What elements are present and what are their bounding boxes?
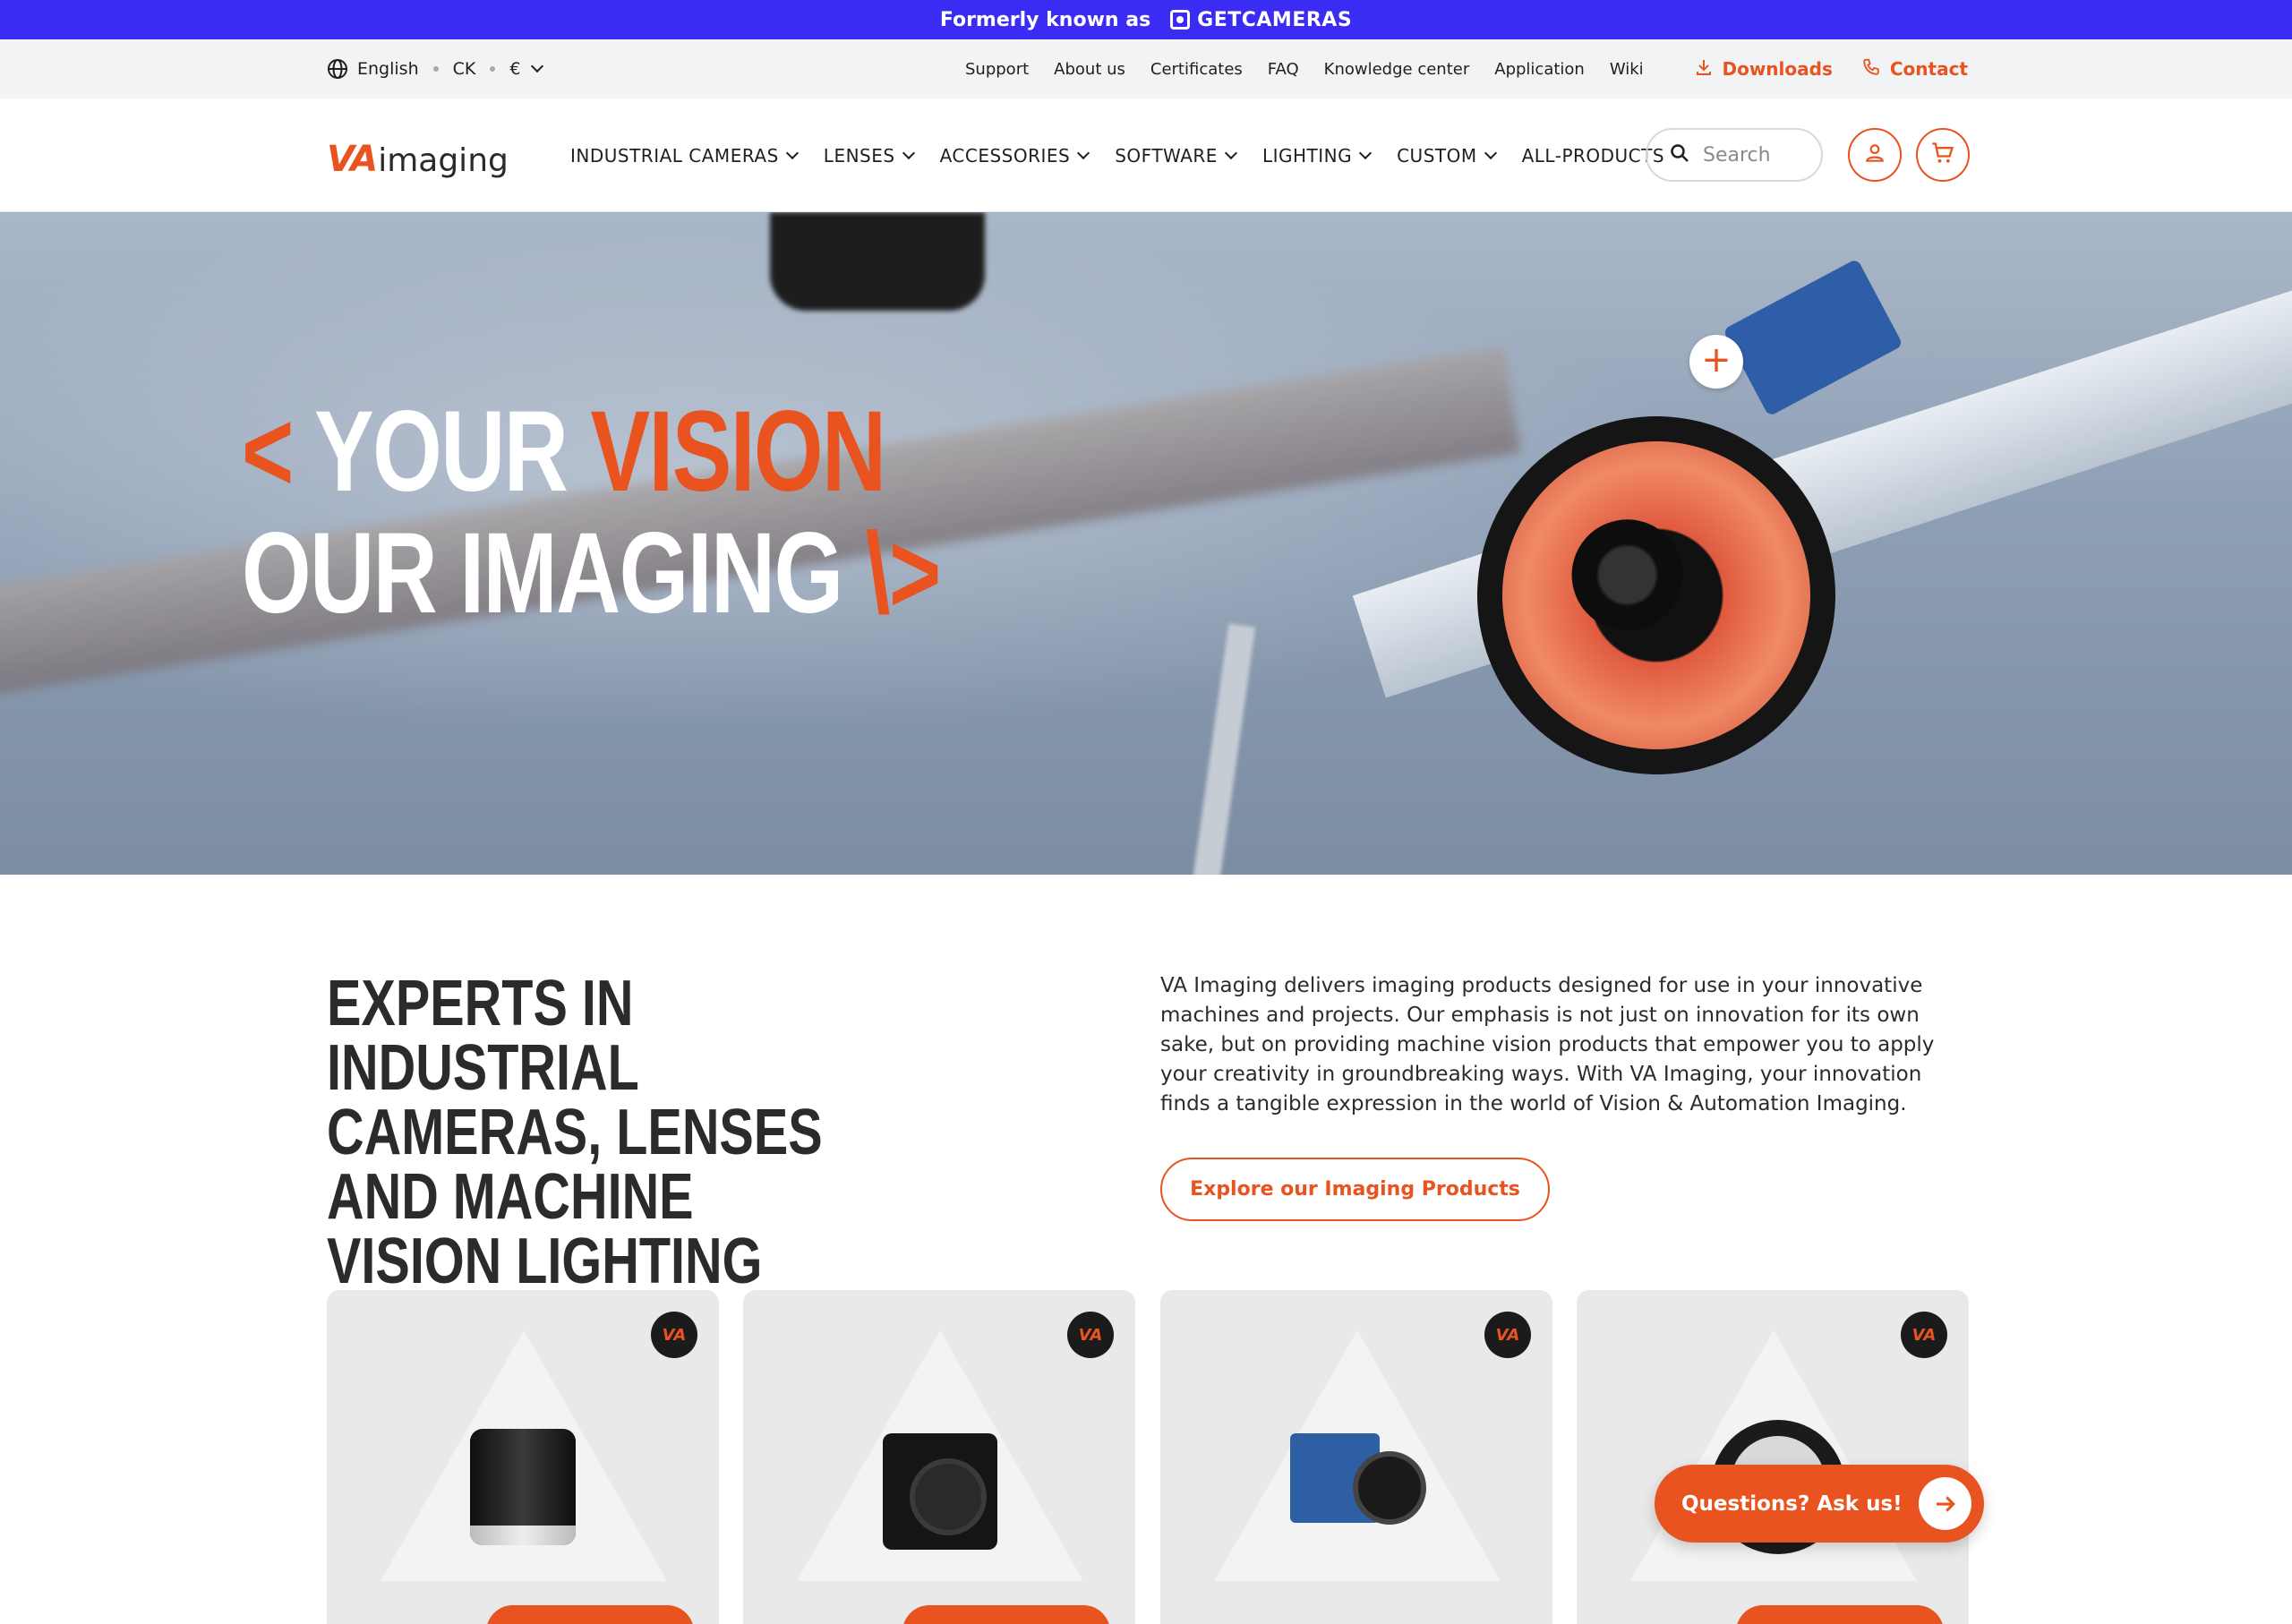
utility-links: Support About us Certificates FAQ Knowle…: [965, 39, 1644, 98]
nav-menu: INDUSTRIAL CAMERAS LENSES ACCESSORIES SO…: [570, 98, 1664, 212]
product-card[interactable]: VA: [1160, 1290, 1552, 1624]
hero-line-2: OUR IMAGING \>: [242, 513, 941, 635]
nav-custom[interactable]: CUSTOM: [1397, 144, 1497, 167]
separator-dot: [432, 66, 439, 72]
globe-icon: [327, 58, 348, 80]
language-label: English: [357, 59, 419, 79]
logo-va: VA: [327, 139, 378, 180]
nav-software[interactable]: SOFTWARE: [1115, 144, 1238, 167]
product-card[interactable]: VA: [327, 1290, 719, 1624]
va-badge-icon: VA: [651, 1312, 697, 1358]
intro-text: VA Imaging delivers imaging products des…: [1160, 974, 1935, 1115]
va-badge-icon: VA: [1484, 1312, 1531, 1358]
link-about-us[interactable]: About us: [1054, 60, 1125, 79]
contact-link[interactable]: Contact: [1861, 57, 1968, 81]
chevron-down-icon: [1224, 146, 1238, 159]
separator-dot: [490, 66, 496, 72]
chevron-down-icon: [902, 146, 915, 159]
hero-vision: VISION: [590, 388, 887, 516]
product-cards: VA VA VA VA: [327, 1290, 1969, 1624]
explore-products-button[interactable]: Explore our Imaging Products: [1160, 1158, 1550, 1221]
link-wiki[interactable]: Wiki: [1610, 60, 1644, 79]
camera-icon: [883, 1433, 997, 1550]
downloads-link[interactable]: Downloads: [1695, 58, 1833, 81]
hero-line-1: < YOUR VISION: [242, 391, 940, 513]
user-icon: [1863, 141, 1886, 168]
link-certificates[interactable]: Certificates: [1150, 60, 1243, 79]
arrow-right-icon: [1919, 1477, 1971, 1530]
currency-label: €: [509, 59, 521, 79]
hero-support: [1188, 623, 1256, 875]
chevron-down-icon: [1484, 146, 1497, 159]
account-button[interactable]: [1848, 128, 1902, 182]
announcement-bar: Formerly known as GETCAMERAS: [0, 0, 2292, 39]
search-icon: [1669, 142, 1690, 167]
nav-label: SOFTWARE: [1115, 144, 1218, 167]
va-imaging-logo[interactable]: VA imaging: [327, 136, 509, 177]
nav-all-products[interactable]: ALL-PRODUCTS: [1522, 145, 1664, 167]
hero-your: YOUR: [314, 388, 591, 516]
logo-imaging: imaging: [378, 142, 509, 179]
card-button[interactable]: [486, 1605, 694, 1624]
locale-selector[interactable]: English CK €: [327, 39, 544, 98]
nav-label: LIGHTING: [1261, 144, 1353, 167]
hotspot-plus-button[interactable]: +: [1689, 335, 1743, 389]
nav-label: INDUSTRIAL CAMERAS: [570, 144, 779, 167]
hero-lamp: [770, 212, 985, 311]
downloads-label: Downloads: [1722, 58, 1833, 80]
lens-icon: [470, 1429, 576, 1545]
chevron-down-icon: [531, 59, 544, 73]
intro-heading: EXPERTS IN INDUSTRIAL CAMERAS, LENSES AN…: [327, 968, 823, 1297]
utility-bar: English CK € Support About us Certificat…: [0, 39, 2292, 98]
utility-cta: Downloads Contact: [1695, 39, 1968, 98]
va-badge-icon: VA: [1067, 1312, 1114, 1358]
announcement-prefix: Formerly known as: [939, 8, 1151, 31]
product-card[interactable]: VA: [743, 1290, 1135, 1624]
product-card[interactable]: VA: [1577, 1290, 1969, 1624]
chevron-down-icon: [1359, 146, 1373, 159]
nav-label: ALL-PRODUCTS: [1521, 144, 1665, 167]
camera-icon: [1290, 1433, 1426, 1525]
main-navigation: VA imaging INDUSTRIAL CAMERAS LENSES ACC…: [0, 98, 2292, 212]
card-button[interactable]: [1736, 1605, 1944, 1624]
ask-us-button[interactable]: Questions? Ask us!: [1655, 1465, 1984, 1543]
cart-button[interactable]: [1916, 128, 1970, 182]
plus-icon: +: [1701, 339, 1732, 380]
getcameras-brand[interactable]: GETCAMERAS: [1170, 9, 1352, 31]
hero-our-imaging: OUR IMAGING: [242, 509, 866, 637]
link-support[interactable]: Support: [965, 60, 1029, 79]
download-icon: [1695, 58, 1713, 81]
search-box[interactable]: [1646, 128, 1823, 182]
hero-open-bracket: <: [242, 388, 315, 516]
getcameras-logo-icon: [1170, 10, 1191, 30]
getcameras-label: GETCAMERAS: [1197, 8, 1353, 31]
link-application[interactable]: Application: [1494, 60, 1585, 79]
card-button[interactable]: [902, 1605, 1110, 1624]
hero-camera: [1723, 258, 1903, 417]
nav-industrial-cameras[interactable]: INDUSTRIAL CAMERAS: [570, 144, 799, 167]
ask-us-label: Questions? Ask us!: [1681, 1492, 1903, 1516]
chevron-down-icon: [785, 146, 799, 159]
nav-label: CUSTOM: [1397, 144, 1477, 167]
va-badge-icon: VA: [1901, 1312, 1947, 1358]
nav-label: ACCESSORIES: [939, 144, 1071, 167]
search-input[interactable]: [1703, 143, 1810, 167]
hero-title: < YOUR VISION OUR IMAGING \>: [242, 391, 941, 635]
hero-close-bracket: \>: [865, 509, 941, 637]
link-faq[interactable]: FAQ: [1268, 60, 1299, 79]
contact-label: Contact: [1889, 58, 1968, 80]
nav-lenses[interactable]: LENSES: [823, 144, 915, 167]
country-label: CK: [452, 59, 476, 79]
chevron-down-icon: [1077, 146, 1090, 159]
hero-banner: + < YOUR VISION OUR IMAGING \>: [0, 212, 2292, 875]
cart-icon: [1930, 141, 1955, 169]
link-knowledge-center[interactable]: Knowledge center: [1324, 60, 1470, 79]
nav-accessories[interactable]: ACCESSORIES: [939, 144, 1090, 167]
phone-icon: [1861, 57, 1881, 81]
nav-label: LENSES: [823, 144, 895, 167]
nav-lighting[interactable]: LIGHTING: [1261, 144, 1373, 167]
